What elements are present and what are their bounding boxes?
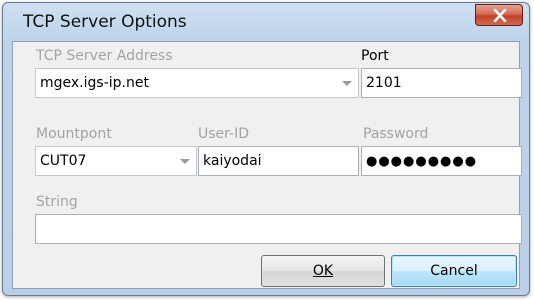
port-label: Port <box>361 48 389 64</box>
ok-button[interactable]: OK <box>261 255 385 287</box>
port-input[interactable]: 2101 <box>361 68 522 98</box>
server-address-combobox[interactable]: mgex.igs-ip.net <box>35 68 359 98</box>
server-address-label: TCP Server Address <box>36 48 173 64</box>
user-id-input[interactable]: kaiyodai <box>198 146 359 176</box>
close-icon <box>493 9 507 22</box>
server-address-value: mgex.igs-ip.net <box>40 75 149 91</box>
ok-button-label: OK <box>312 263 334 279</box>
cancel-button[interactable]: Cancel <box>391 255 517 287</box>
string-input[interactable] <box>35 214 522 244</box>
user-id-label: User-ID <box>198 126 249 142</box>
mountpoint-value: CUT07 <box>40 153 87 169</box>
password-input[interactable]: ●●●●●●●●● <box>361 146 522 176</box>
cancel-button-label: Cancel <box>430 263 478 279</box>
chevron-down-icon[interactable] <box>180 159 190 164</box>
close-button[interactable] <box>475 4 523 26</box>
mountpoint-label: Mountpont <box>36 126 112 142</box>
title-bar[interactable]: TCP Server Options <box>3 3 529 41</box>
password-label: Password <box>363 126 429 142</box>
dialog-title: TCP Server Options <box>23 12 187 32</box>
dialog-window: TCP Server Options TCP Server Address Po… <box>2 2 530 296</box>
chevron-down-icon[interactable] <box>342 81 352 86</box>
string-label: String <box>36 194 78 210</box>
mountpoint-combobox[interactable]: CUT07 <box>35 146 197 176</box>
dialog-client-area: TCP Server Address Port mgex.igs-ip.net … <box>12 41 522 289</box>
